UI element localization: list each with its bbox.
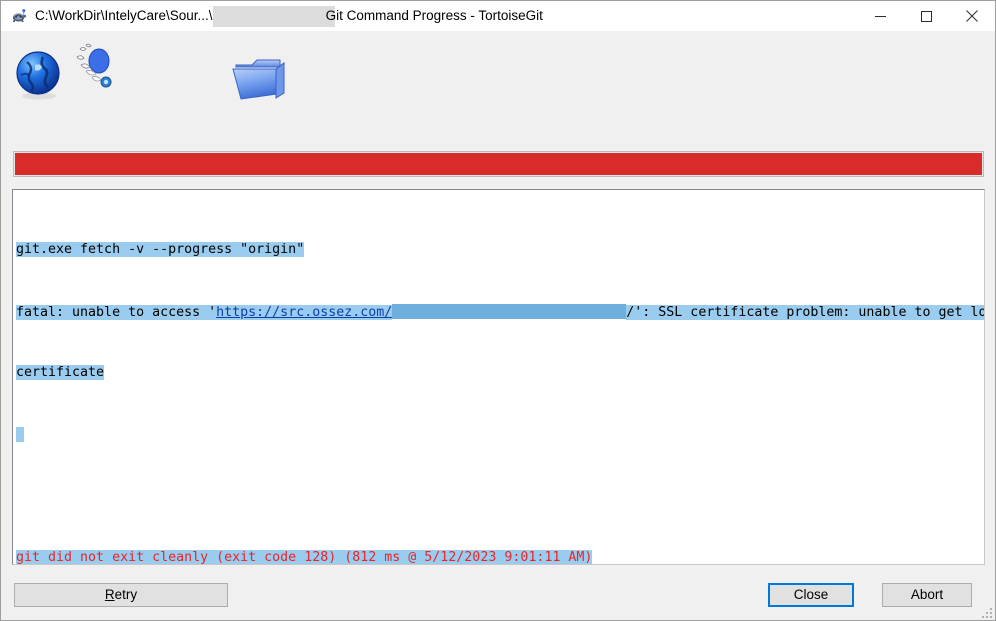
log-line-fatal-wrap: certificate	[16, 365, 105, 381]
close-button[interactable]: Close	[768, 583, 854, 607]
globe-icon	[13, 49, 65, 101]
window-title: C:\WorkDir\IntelyCare\Sour...\ Git Comma…	[35, 1, 857, 31]
window-title-suffix: Git Command Progress - TortoiseGit	[325, 8, 543, 23]
title-redaction-block	[212, 6, 335, 27]
log-line: git did not exit cleanly (exit code 128)…	[16, 550, 984, 565]
transfer-animation-icon	[68, 41, 126, 101]
resize-grip[interactable]	[980, 606, 992, 618]
log-line: fatal: unable to access 'https://src.oss…	[16, 303, 984, 320]
tortoisegit-progress-window: C:\WorkDir\IntelyCare\Sour...\ Git Comma…	[0, 0, 996, 621]
log-redaction-block	[392, 303, 627, 319]
retry-button[interactable]: Retry	[14, 583, 228, 607]
progress-bar	[13, 151, 984, 177]
log-line-fatal-prefix: fatal: unable to access '	[16, 304, 217, 320]
retry-button-label: etry	[114, 587, 138, 603]
tortoisegit-turtle-icon	[11, 8, 27, 24]
log-line-fatal-suffix: /': SSL certificate problem: unable to g…	[626, 304, 984, 320]
progress-bar-fill	[15, 153, 982, 175]
retry-button-accel: R	[104, 587, 115, 603]
command-output-log[interactable]: git.exe fetch -v --progress "origin" fat…	[12, 189, 985, 565]
repository-url-link[interactable]: https://src.ossez.com/	[216, 304, 393, 320]
log-line	[16, 427, 984, 443]
transfer-illustration	[2, 31, 995, 143]
maximize-button[interactable]	[903, 1, 949, 31]
log-line: git.exe fetch -v --progress "origin"	[16, 242, 984, 258]
log-line-blank-selected	[16, 427, 24, 443]
log-line-command: git.exe fetch -v --progress "origin"	[16, 242, 305, 258]
log-line-exit-status: git did not exit cleanly (exit code 128)…	[16, 550, 593, 565]
folder-icon	[230, 53, 290, 103]
title-bar: C:\WorkDir\IntelyCare\Sour...\ Git Comma…	[1, 1, 995, 31]
log-content: git.exe fetch -v --progress "origin" fat…	[16, 196, 984, 565]
minimize-button[interactable]	[857, 1, 903, 31]
window-title-text: C:\WorkDir\IntelyCare\Sour...\	[35, 8, 213, 23]
abort-button[interactable]: Abort	[882, 583, 972, 607]
close-window-button[interactable]	[949, 1, 995, 31]
log-line: certificate	[16, 365, 984, 381]
